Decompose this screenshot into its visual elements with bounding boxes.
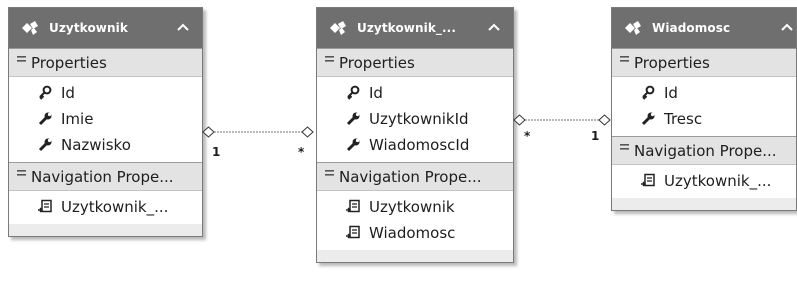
- association-line-2[interactable]: [513, 114, 611, 126]
- association-end-diamond-icon: [202, 126, 215, 138]
- multiplicity-label: *: [298, 145, 305, 159]
- association-end-diamond-icon: [301, 126, 314, 138]
- association-connectors: [202, 114, 611, 138]
- multiplicity-label: *: [524, 129, 531, 143]
- multiplicity-label: 1: [212, 145, 221, 159]
- association-end-diamond-icon: [598, 114, 611, 126]
- association-line-1[interactable]: [202, 126, 314, 138]
- multiplicity-label: 1: [591, 129, 600, 143]
- association-end-diamond-icon: [513, 114, 526, 126]
